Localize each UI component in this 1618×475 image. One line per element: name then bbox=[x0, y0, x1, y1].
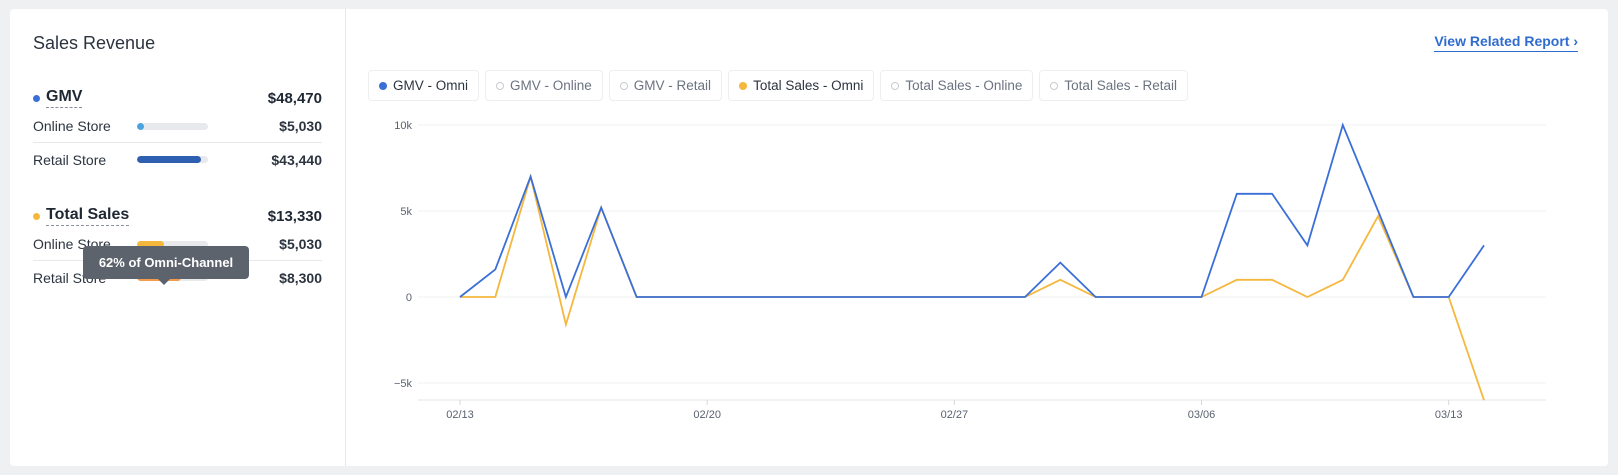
y-tick-label: 5k bbox=[400, 206, 412, 218]
panel-title: Sales Revenue bbox=[33, 33, 156, 53]
total-sales-label[interactable]: Total Sales bbox=[46, 206, 130, 226]
line-chart: 10k 5k 0 −5k 02/13 02/20 02/27 03/06 03/13 bbox=[394, 120, 1546, 421]
progress-fill bbox=[137, 156, 201, 163]
x-tick-label: 02/13 bbox=[446, 409, 474, 421]
series-line-total-sales-omni bbox=[460, 173, 1485, 401]
x-tick-label: 03/06 bbox=[1188, 409, 1216, 421]
row-label: Online Store bbox=[33, 118, 111, 134]
row-value: $5,030 bbox=[279, 236, 322, 252]
y-tick-label: 0 bbox=[406, 292, 412, 304]
progress-fill bbox=[137, 122, 145, 130]
total-sales-dot-icon bbox=[33, 212, 40, 220]
row-value: $5,030 bbox=[279, 118, 322, 134]
x-tick-label: 02/20 bbox=[693, 409, 721, 421]
gmv-label[interactable]: GMV bbox=[46, 88, 83, 108]
gmv-header: GMV $48,470 bbox=[33, 86, 322, 110]
total-sales-header: Total Sales $13,330 bbox=[33, 204, 322, 228]
gmv-total: $48,470 bbox=[267, 89, 322, 107]
x-tick-label: 03/13 bbox=[1435, 409, 1463, 421]
sales-revenue-card: Sales Revenue GMV $48,470 Online Store $… bbox=[10, 9, 1608, 466]
bar-tooltip: 62% of Omni-Channel bbox=[83, 246, 249, 285]
row-value: $8,300 bbox=[279, 269, 322, 286]
row-value: $43,440 bbox=[271, 151, 322, 168]
y-tick-label: 10k bbox=[394, 120, 412, 132]
gmv-dot-icon bbox=[33, 94, 40, 102]
gmv-online-row: Online Store $5,030 bbox=[33, 110, 322, 143]
row-label: Retail Store bbox=[33, 151, 107, 168]
summary-panel: Sales Revenue GMV $48,470 Online Store $… bbox=[10, 9, 346, 466]
chart-panel: View Related Report › GMV - Omni GMV - On… bbox=[346, 9, 1608, 466]
x-tick-label: 02/27 bbox=[941, 409, 969, 421]
progress-track bbox=[137, 122, 208, 130]
total-sales-total: $13,330 bbox=[267, 207, 322, 225]
y-tick-label: −5k bbox=[394, 378, 413, 390]
gmv-group: GMV $48,470 Online Store $5,030 Retail S… bbox=[33, 86, 322, 176]
progress-track bbox=[137, 156, 208, 163]
gmv-retail-row: Retail Store $43,440 bbox=[33, 143, 322, 176]
